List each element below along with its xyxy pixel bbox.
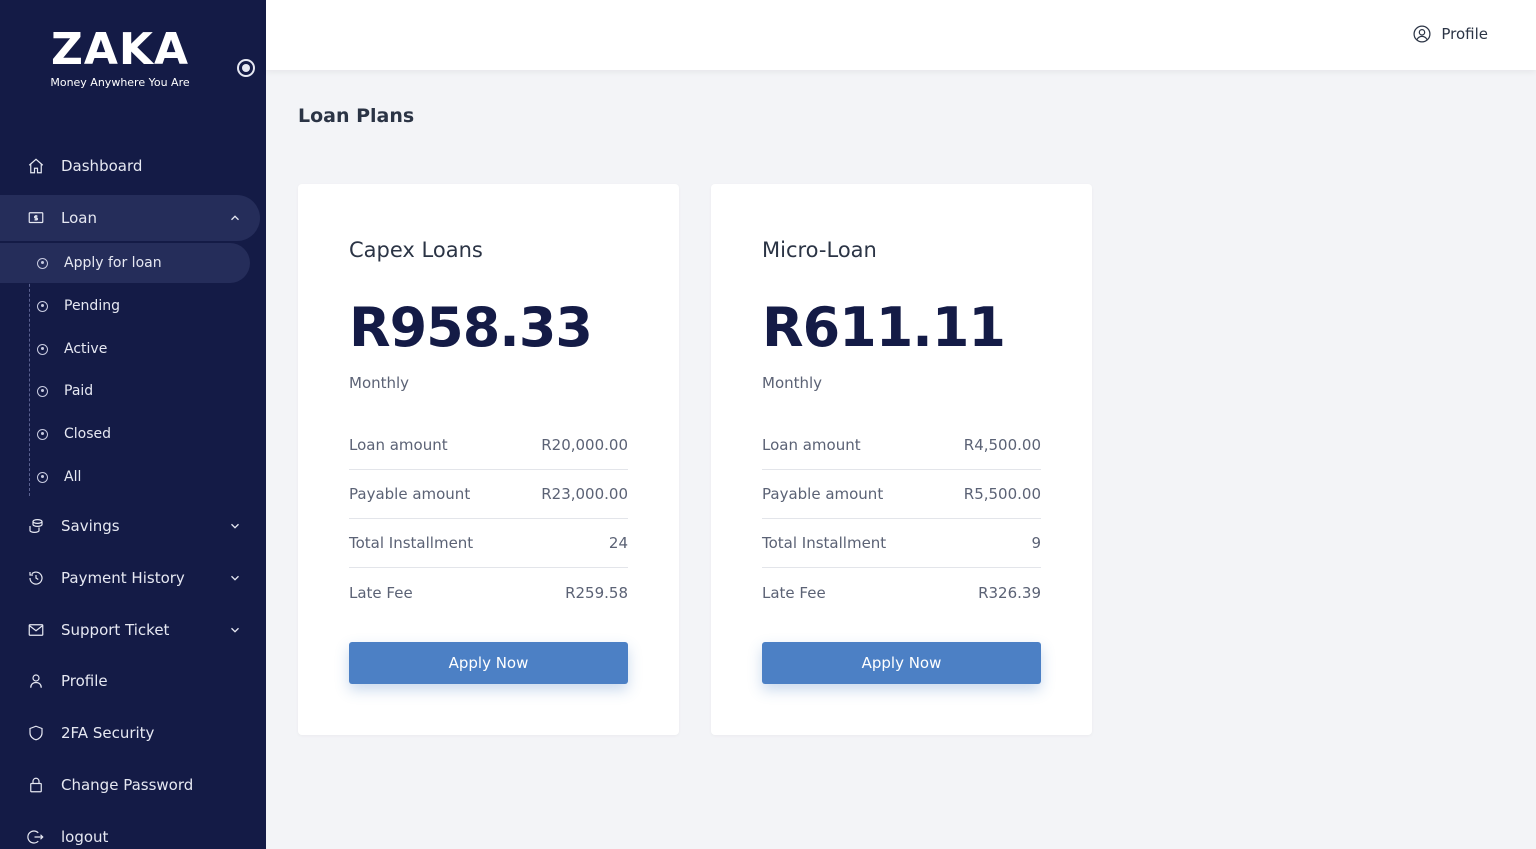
detail-label: Total Installment	[762, 534, 887, 552]
chevron-down-icon	[228, 519, 242, 533]
sidebar-item-change-password[interactable]: Change Password	[0, 762, 260, 808]
sidebar-subitem-pending[interactable]: Pending	[0, 286, 250, 326]
detail-label: Loan amount	[762, 436, 861, 454]
sidebar-subitem-label: Active	[64, 341, 108, 357]
sidebar-toggle-icon[interactable]	[237, 59, 255, 77]
plan-detail-row: Total Installment 24	[349, 519, 628, 568]
plan-detail-row: Loan amount R20,000.00	[349, 421, 628, 470]
sidebar-item-label: Savings	[61, 517, 120, 535]
circle-dot-icon	[37, 471, 48, 483]
detail-value: R326.39	[978, 583, 1041, 602]
sidebar-subitem-paid[interactable]: Paid	[0, 371, 250, 411]
sidebar-item-label: Payment History	[61, 569, 185, 587]
loan-plan-card: Micro-Loan R611.11 Monthly Loan amount R…	[711, 184, 1092, 735]
sidebar-item-label: Dashboard	[61, 157, 143, 175]
topbar-profile-label: Profile	[1441, 25, 1488, 43]
circle-dot-icon	[37, 257, 48, 269]
detail-label: Payable amount	[349, 485, 471, 503]
plan-detail-row: Loan amount R4,500.00	[762, 421, 1041, 470]
plan-price: R611.11	[762, 296, 1006, 359]
detail-label: Total Installment	[349, 534, 474, 552]
circle-dot-icon	[37, 300, 48, 312]
plan-price: R958.33	[349, 296, 593, 359]
apply-now-button[interactable]: Apply Now	[349, 642, 628, 684]
plan-name: Capex Loans	[349, 238, 483, 262]
detail-value: R5,500.00	[963, 485, 1041, 503]
shield-icon	[26, 723, 46, 743]
detail-label: Loan amount	[349, 436, 448, 454]
sidebar-item-2fa-security[interactable]: 2FA Security	[0, 710, 260, 756]
logout-icon	[26, 827, 46, 847]
apply-now-button[interactable]: Apply Now	[762, 642, 1041, 684]
plan-details: Loan amount R4,500.00 Payable amount R5,…	[762, 421, 1041, 617]
detail-value: 24	[608, 534, 628, 552]
sidebar-subitem-label: All	[64, 469, 82, 485]
sidebar: ZAKA Money Anywhere You Are Dashboard Lo…	[0, 0, 266, 849]
history-icon	[26, 568, 46, 588]
sidebar-item-profile[interactable]: Profile	[0, 658, 260, 704]
plan-details: Loan amount R20,000.00 Payable amount R2…	[349, 421, 628, 617]
sidebar-subitem-label: Paid	[64, 383, 94, 399]
detail-value: R259.58	[565, 583, 628, 602]
sidebar-item-label: 2FA Security	[61, 724, 155, 742]
detail-value: R4,500.00	[963, 436, 1041, 454]
detail-value: R23,000.00	[541, 485, 628, 503]
sidebar-item-payment-history[interactable]: Payment History	[0, 555, 260, 601]
savings-icon	[26, 516, 46, 536]
topbar-profile-link[interactable]: Profile	[1412, 24, 1488, 44]
detail-value: R20,000.00	[541, 436, 628, 454]
chevron-down-icon	[228, 571, 242, 585]
plan-period: Monthly	[349, 374, 410, 392]
sidebar-item-label: Support Ticket	[61, 621, 170, 639]
brand-logo: ZAKA	[50, 24, 190, 75]
sidebar-subitem-label: Closed	[64, 426, 112, 442]
plan-period: Monthly	[762, 374, 823, 392]
plan-detail-row: Payable amount R23,000.00	[349, 470, 628, 519]
lock-icon	[26, 775, 46, 795]
sidebar-item-dashboard[interactable]: Dashboard	[0, 143, 260, 189]
sidebar-item-label: Loan	[61, 209, 97, 227]
sidebar-item-loan[interactable]: Loan	[0, 195, 260, 241]
sidebar-item-savings[interactable]: Savings	[0, 503, 260, 549]
plan-detail-row: Late Fee R259.58	[349, 568, 628, 617]
sidebar-subitem-all[interactable]: All	[0, 457, 250, 497]
loan-icon	[26, 208, 46, 228]
plan-detail-row: Payable amount R5,500.00	[762, 470, 1041, 519]
sidebar-subitem-apply-for-loan[interactable]: Apply for loan	[0, 243, 250, 283]
brand[interactable]: ZAKA Money Anywhere You Are	[40, 24, 200, 90]
sidebar-item-logout[interactable]: logout	[0, 814, 260, 849]
mail-icon	[26, 620, 46, 640]
topbar: Profile	[266, 0, 1536, 70]
page-title: Loan Plans	[298, 105, 415, 127]
sidebar-subitem-closed[interactable]: Closed	[0, 414, 250, 454]
plan-detail-row: Total Installment 9	[762, 519, 1041, 568]
detail-value: 9	[1031, 534, 1041, 552]
plan-detail-row: Late Fee R326.39	[762, 568, 1041, 617]
detail-label: Payable amount	[762, 485, 884, 503]
sidebar-subitem-active[interactable]: Active	[0, 329, 250, 369]
user-circle-icon	[1413, 25, 1431, 43]
sidebar-item-label: Profile	[61, 672, 108, 690]
circle-dot-icon	[37, 428, 48, 440]
plan-name: Micro-Loan	[762, 238, 877, 262]
user-icon	[26, 671, 46, 691]
circle-dot-icon	[37, 343, 48, 355]
chevron-down-icon	[228, 623, 242, 637]
sidebar-subitem-label: Apply for loan	[64, 255, 162, 271]
loan-plan-card: Capex Loans R958.33 Monthly Loan amount …	[298, 184, 679, 735]
sidebar-item-label: logout	[61, 828, 109, 846]
home-icon	[26, 156, 46, 176]
brand-tagline: Money Anywhere You Are	[50, 76, 190, 89]
circle-dot-icon	[37, 385, 48, 397]
sidebar-subitem-label: Pending	[64, 298, 120, 314]
sidebar-item-label: Change Password	[61, 776, 194, 794]
chevron-up-icon	[228, 211, 242, 225]
detail-label: Late Fee	[762, 583, 826, 602]
detail-label: Late Fee	[349, 583, 413, 602]
sidebar-item-support-ticket[interactable]: Support Ticket	[0, 607, 260, 653]
